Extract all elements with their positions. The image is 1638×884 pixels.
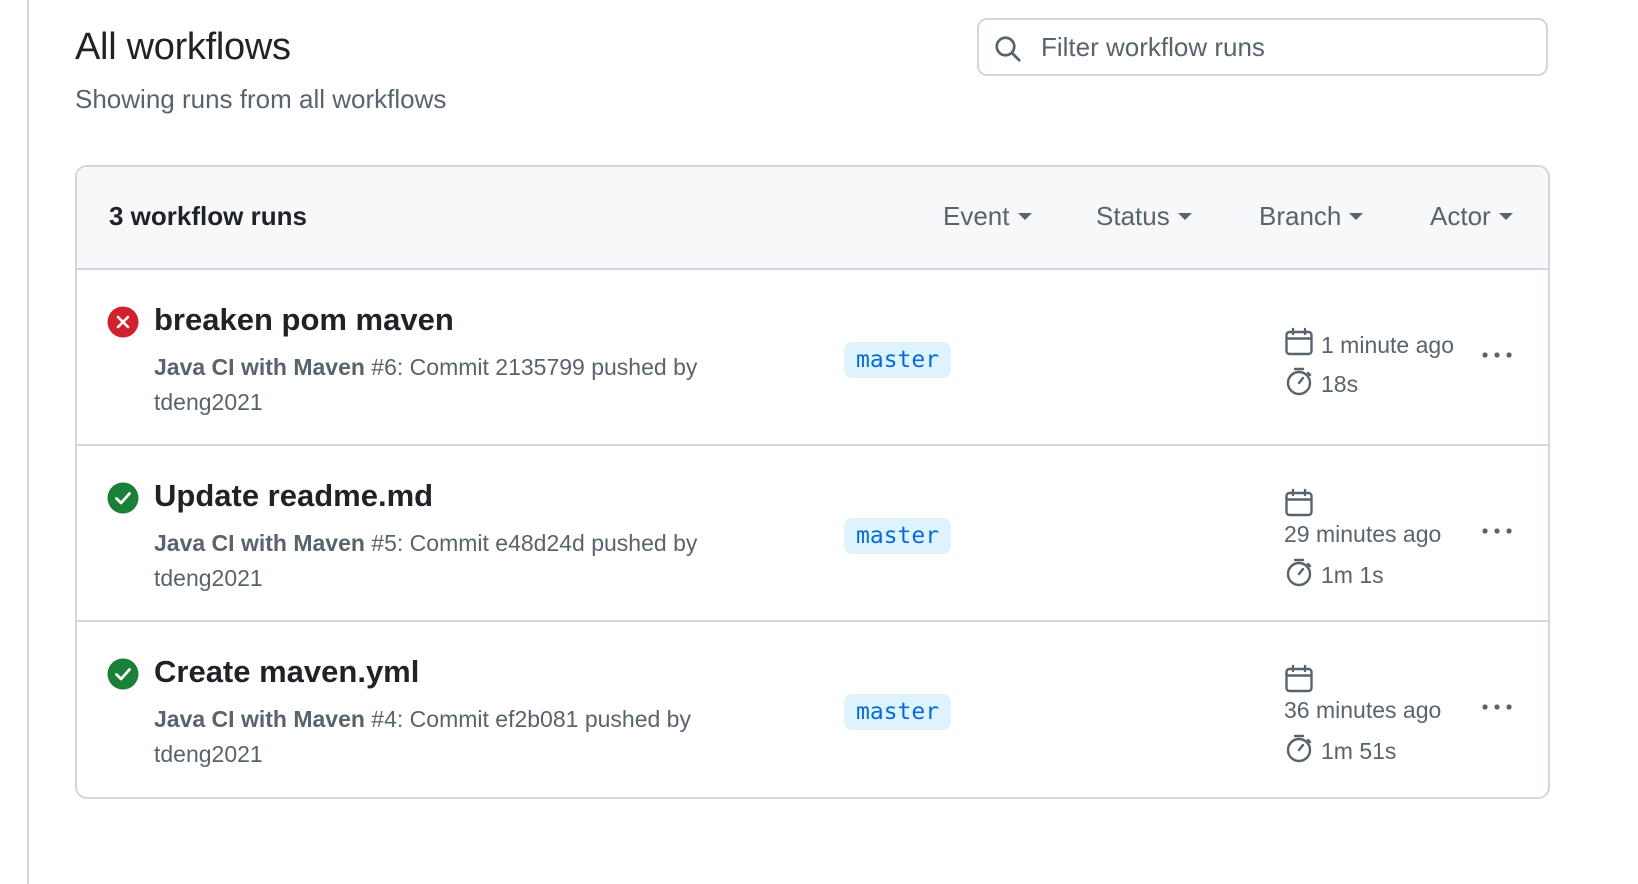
run-duration: 18s: [1321, 371, 1359, 397]
calendar-icon: [1285, 488, 1313, 517]
runs-list-header: 3 workflow runs Event Status Branch Acto…: [77, 167, 1548, 270]
success-check-circle-icon: [107, 482, 139, 514]
status-filter-dropdown[interactable]: Status: [1096, 201, 1192, 232]
caret-down-icon: [1498, 212, 1513, 220]
workflow-name[interactable]: Java CI with Maven: [154, 530, 365, 556]
run-description: Java CI with Maven #4: Commit ef2b081 pu…: [154, 706, 691, 767]
caret-down-icon: [1017, 212, 1032, 220]
kebab-menu-icon[interactable]: [1477, 345, 1517, 365]
kebab-menu-icon[interactable]: [1477, 697, 1517, 717]
caret-down-icon: [1349, 212, 1364, 220]
left-divider: [27, 0, 29, 884]
branch-filter-dropdown[interactable]: Branch: [1259, 201, 1364, 232]
run-duration: 1m 51s: [1321, 738, 1397, 764]
workflow-name[interactable]: Java CI with Maven: [154, 354, 365, 380]
stopwatch-icon: [1286, 558, 1312, 587]
branch-badge[interactable]: master: [844, 342, 952, 378]
actor-name[interactable]: tdeng2021: [154, 389, 263, 415]
workflow-run-row[interactable]: Update readme.md Java CI with Maven #5: …: [77, 446, 1548, 622]
search-placeholder: Filter workflow runs: [1041, 32, 1265, 62]
runs-count: 3 workflow runs: [109, 201, 307, 231]
run-title-link[interactable]: Update readme.md: [154, 478, 433, 514]
run-title-link[interactable]: Create maven.yml: [154, 654, 419, 690]
actor-name[interactable]: tdeng2021: [154, 565, 263, 591]
branch-badge[interactable]: master: [844, 694, 952, 730]
branch-badge[interactable]: master: [844, 518, 952, 554]
failure-x-circle-icon: [107, 306, 139, 338]
stopwatch-icon: [1286, 367, 1312, 396]
workflow-runs-list: 3 workflow runs Event Status Branch Acto…: [75, 165, 1550, 799]
calendar-icon: [1285, 327, 1313, 356]
event-filter-dropdown[interactable]: Event: [943, 201, 1032, 232]
run-title-link[interactable]: breaken pom maven: [154, 302, 454, 338]
workflow-name[interactable]: Java CI with Maven: [154, 706, 365, 732]
stopwatch-icon: [1286, 734, 1312, 763]
filter-runs-input[interactable]: Filter workflow runs: [977, 18, 1548, 76]
search-icon: [995, 36, 1021, 62]
caret-down-icon: [1177, 212, 1192, 220]
run-description: Java CI with Maven #5: Commit e48d24d pu…: [154, 530, 698, 591]
run-time-ago: 1 minute ago: [1321, 332, 1454, 358]
run-duration: 1m 1s: [1321, 562, 1384, 588]
kebab-menu-icon[interactable]: [1477, 521, 1517, 541]
page-title: All workflows: [75, 26, 291, 68]
workflow-run-row[interactable]: Create maven.yml Java CI with Maven #4: …: [77, 622, 1548, 797]
calendar-icon: [1285, 664, 1313, 693]
run-time-ago: 36 minutes ago: [1284, 697, 1442, 723]
actor-filter-dropdown[interactable]: Actor: [1430, 201, 1513, 232]
workflow-run-row[interactable]: breaken pom maven Java CI with Maven #6:…: [77, 270, 1548, 446]
run-description: Java CI with Maven #6: Commit 2135799 pu…: [154, 354, 698, 415]
actor-name[interactable]: tdeng2021: [154, 741, 263, 767]
run-time-ago: 29 minutes ago: [1284, 521, 1442, 547]
page-subtitle: Showing runs from all workflows: [75, 84, 447, 114]
success-check-circle-icon: [107, 658, 139, 690]
